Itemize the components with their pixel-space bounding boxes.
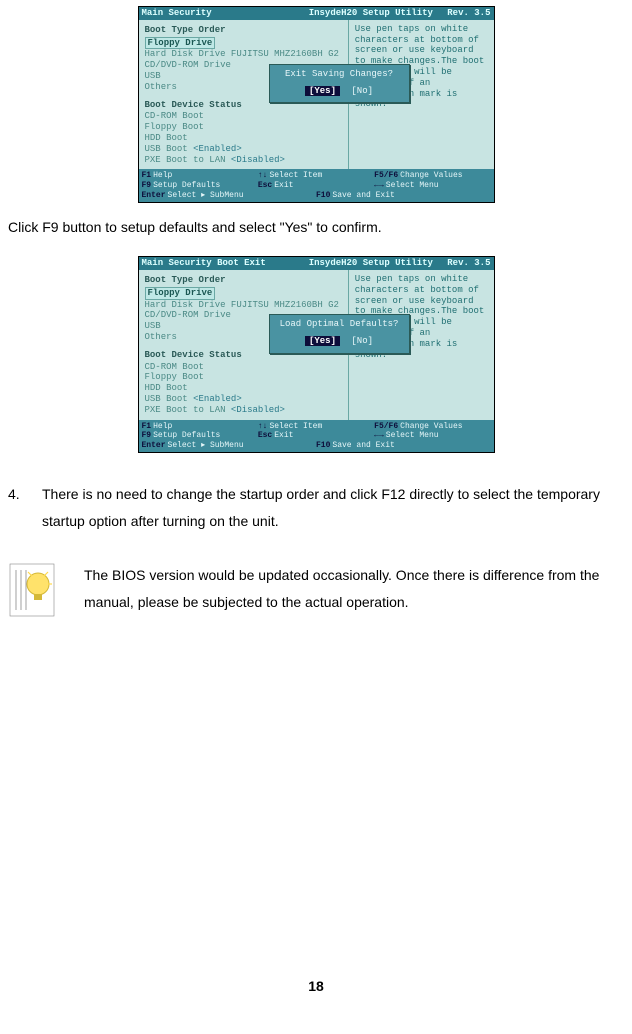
exit-saving-dialog: Exit Saving Changes? [Yes] [No]	[269, 64, 410, 104]
boot-status-item: CD-ROM Boot	[145, 111, 344, 122]
load-defaults-dialog: Load Optimal Defaults? [Yes] [No]	[269, 314, 410, 354]
boot-status-item: USB Boot <Enabled>	[145, 144, 344, 155]
bios-titlebar: Main Security InsydeH20 Setup Utility Re…	[139, 7, 494, 20]
bios-rev: Rev. 3.5	[447, 8, 490, 19]
boot-type-order-heading: Boot Type Order	[145, 25, 344, 36]
dialog-no-button[interactable]: [No]	[351, 86, 373, 96]
bios-footer: F1Help ↑↓Select Item F5/F6Change Values …	[139, 169, 494, 202]
bios-screenshot-1: Main Security InsydeH20 Setup Utility Re…	[8, 6, 624, 203]
boot-order-selected: Floppy Drive	[145, 37, 216, 50]
dialog-yes-button[interactable]: [Yes]	[305, 86, 340, 96]
dialog-yes-button[interactable]: [Yes]	[305, 336, 340, 346]
boot-order-item: Hard Disk Drive FUJITSU MHZ2160BH G2	[145, 49, 344, 60]
step-4: 4. There is no need to change the startu…	[8, 481, 624, 534]
tip-text: The BIOS version would be updated occasi…	[84, 562, 624, 615]
tip-block: The BIOS version would be updated occasi…	[8, 562, 624, 618]
bios-title-text: InsydeH20 Setup Utility	[294, 8, 447, 19]
dialog-question: Exit Saving Changes?	[272, 69, 407, 80]
boot-status-item: USB Boot <Enabled>	[145, 394, 344, 405]
boot-order-item: Hard Disk Drive FUJITSU MHZ2160BH G2	[145, 300, 344, 311]
bios-screenshot-2: Main Security Boot Exit InsydeH20 Setup …	[8, 256, 624, 453]
boot-status-item: CD-ROM Boot	[145, 362, 344, 373]
page-number: 18	[8, 978, 624, 994]
boot-order-selected: Floppy Drive	[145, 287, 216, 300]
boot-status-item: PXE Boot to LAN <Disabled>	[145, 405, 344, 416]
bios-titlebar: Main Security Boot Exit InsydeH20 Setup …	[139, 257, 494, 270]
boot-status-item: Floppy Boot	[145, 122, 344, 133]
dialog-question: Load Optimal Defaults?	[272, 319, 407, 330]
boot-status-item: HDD Boot	[145, 133, 344, 144]
boot-type-order-heading: Boot Type Order	[145, 275, 344, 286]
bios-menu-tabs: Main Security	[142, 8, 295, 19]
bios-footer: F1Help ↑↓Select Item F5/F6Change Values …	[139, 420, 494, 453]
instruction-text: Click F9 button to setup defaults and se…	[8, 217, 624, 238]
bios-title-text: InsydeH20 Setup Utility	[294, 258, 447, 269]
boot-status-item: HDD Boot	[145, 383, 344, 394]
boot-status-item: Floppy Boot	[145, 372, 344, 383]
step-number: 4.	[8, 481, 42, 534]
step-text: There is no need to change the startup o…	[42, 481, 624, 534]
dialog-no-button[interactable]: [No]	[351, 336, 373, 346]
bios-rev: Rev. 3.5	[447, 258, 490, 269]
boot-status-item: PXE Boot to LAN <Disabled>	[145, 155, 344, 166]
lightbulb-icon	[8, 562, 84, 618]
bios-menu-tabs: Main Security Boot Exit	[142, 258, 295, 269]
